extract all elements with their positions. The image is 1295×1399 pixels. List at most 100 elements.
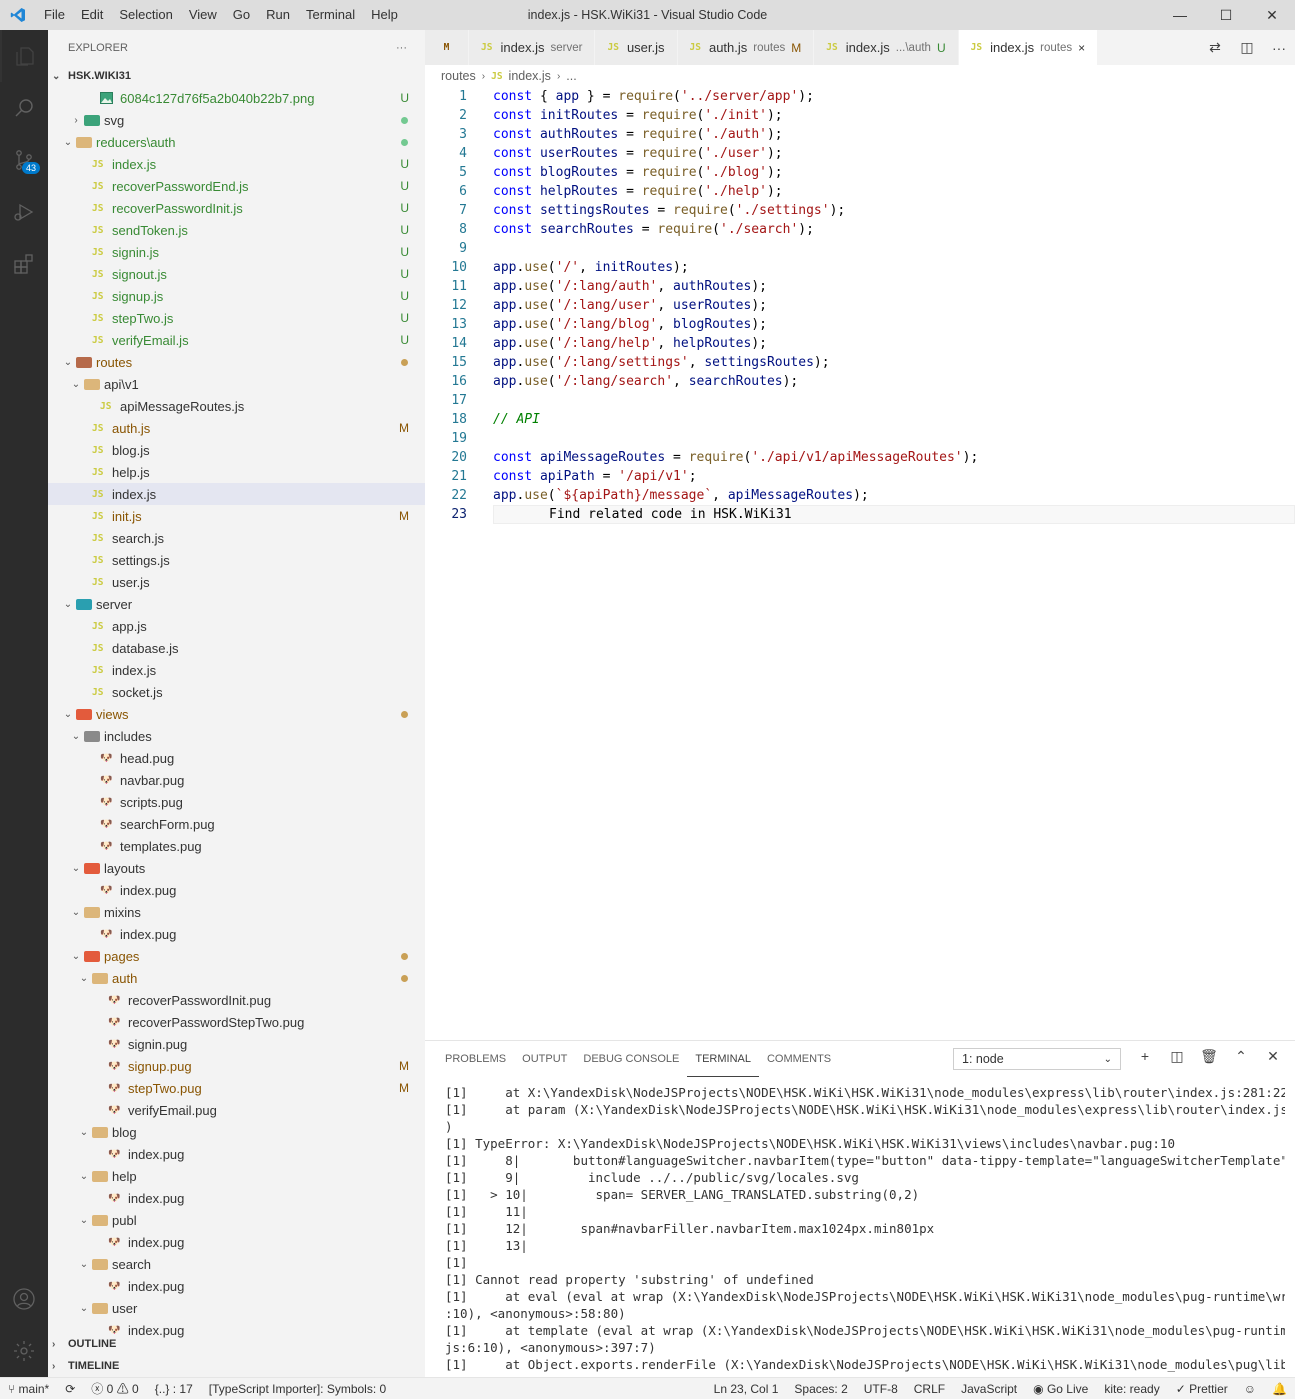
code-line[interactable]: 22 app.use(`${apiPath}/message`, apiMessa… — [425, 486, 1295, 505]
split-terminal-icon[interactable]: ◫ — [1161, 1048, 1193, 1065]
tree-item[interactable]: ⌄ layouts — [48, 857, 425, 879]
menu-item-go[interactable]: Go — [225, 0, 258, 30]
menu-item-selection[interactable]: Selection — [111, 0, 180, 30]
terminal-select[interactable]: 1: node ⌄ — [953, 1048, 1121, 1070]
tree-item[interactable]: JS search.js — [48, 527, 425, 549]
breadcrumb-folder[interactable]: routes — [441, 69, 476, 83]
tree-item[interactable]: JS auth.js M — [48, 417, 425, 439]
panel-tab-output[interactable]: OUTPUT — [514, 1041, 575, 1077]
tree-item[interactable]: ⌄ user — [48, 1297, 425, 1319]
tree-item[interactable]: JS signup.js U — [48, 285, 425, 307]
editor-tab[interactable]: JS index.js server — [469, 30, 596, 65]
terminal-output[interactable]: [1] at X:\YandexDisk\NodeJSProjects\NODE… — [445, 1085, 1285, 1374]
tree-item[interactable]: JS init.js M — [48, 505, 425, 527]
close-tab-icon[interactable]: × — [1078, 41, 1085, 55]
tree-item[interactable]: JS verifyEmail.js U — [48, 329, 425, 351]
open-changes-icon[interactable]: ⇄ — [1199, 39, 1231, 56]
tree-item[interactable]: 6084c127d76f5a2b040b22b7.png U — [48, 87, 425, 109]
tree-item[interactable]: 🐶 verifyEmail.pug — [48, 1099, 425, 1121]
code-line[interactable]: 2 const initRoutes = require('./init'); — [425, 106, 1295, 125]
tree-item[interactable]: 🐶 searchForm.pug — [48, 813, 425, 835]
editor-tab[interactable]: M — [425, 30, 469, 65]
outline-section[interactable]: › OUTLINE — [48, 1333, 425, 1355]
code-line[interactable]: 10 app.use('/', initRoutes); — [425, 258, 1295, 277]
indentation[interactable]: Spaces: 2 — [786, 1382, 855, 1396]
code-line[interactable]: 17 — [425, 391, 1295, 410]
code-line[interactable]: 23 Find related code in HSK.WiKi31 — [425, 505, 1295, 524]
tree-item[interactable]: 🐶 index.pug — [48, 1231, 425, 1253]
editor-tab[interactable]: JS index.js ...\auth U — [814, 30, 959, 65]
tree-item[interactable]: ⌄ auth — [48, 967, 425, 989]
tree-item[interactable]: JS signin.js U — [48, 241, 425, 263]
menu-item-file[interactable]: File — [36, 0, 73, 30]
code-line[interactable]: 11 app.use('/:lang/auth', authRoutes); — [425, 277, 1295, 296]
more-actions-icon[interactable]: ··· — [1263, 40, 1295, 56]
maximize-button[interactable]: ☐ — [1203, 0, 1249, 30]
editor-tab[interactable]: JS index.js routes × — [958, 30, 1099, 65]
branch-indicator[interactable]: ⑂ main* — [0, 1382, 57, 1396]
tree-item[interactable]: 🐶 stepTwo.pug M — [48, 1077, 425, 1099]
tree-item[interactable]: JS settings.js — [48, 549, 425, 571]
tree-item[interactable]: ⌄ help — [48, 1165, 425, 1187]
tree-item[interactable]: ⌄ routes — [48, 351, 425, 373]
explorer-icon[interactable] — [0, 30, 48, 82]
menu-item-edit[interactable]: Edit — [73, 0, 111, 30]
settings-gear-icon[interactable] — [0, 1325, 48, 1377]
language-mode[interactable]: JavaScript — [953, 1382, 1025, 1396]
tree-item[interactable]: 🐶 signup.pug M — [48, 1055, 425, 1077]
tree-item[interactable]: 🐶 navbar.pug — [48, 769, 425, 791]
cursor-position[interactable]: Ln 23, Col 1 — [706, 1382, 787, 1396]
tree-item[interactable]: 🐶 index.pug — [48, 1187, 425, 1209]
kite-status[interactable]: kite: ready — [1096, 1382, 1167, 1396]
sync-icon[interactable]: ⟳ — [57, 1382, 83, 1396]
code-line[interactable]: 16 app.use('/:lang/search', searchRoutes)… — [425, 372, 1295, 391]
tree-item[interactable]: › svg — [48, 109, 425, 131]
encoding[interactable]: UTF-8 — [856, 1382, 906, 1396]
panel-tab-terminal[interactable]: TERMINAL — [687, 1041, 759, 1077]
ts-importer-indicator[interactable]: [TypeScript Importer]: Symbols: 0 — [201, 1382, 394, 1396]
code-line[interactable]: 13 app.use('/:lang/blog', blogRoutes); — [425, 315, 1295, 334]
panel-tab-debug-console[interactable]: DEBUG CONSOLE — [575, 1041, 687, 1077]
tree-item[interactable]: JS recoverPasswordEnd.js U — [48, 175, 425, 197]
tree-item[interactable]: ⌄ reducers\auth — [48, 131, 425, 153]
editor-tab[interactable]: JS user.js — [595, 30, 678, 65]
run-debug-icon[interactable] — [0, 186, 48, 238]
panel-tab-problems[interactable]: PROBLEMS — [437, 1041, 514, 1077]
menu-item-help[interactable]: Help — [363, 0, 406, 30]
tree-item[interactable]: ⌄ includes — [48, 725, 425, 747]
new-terminal-icon[interactable]: + — [1129, 1048, 1161, 1065]
chevron-up-icon[interactable]: ⌃ — [1225, 1048, 1257, 1065]
menu-item-run[interactable]: Run — [258, 0, 298, 30]
source-control-icon[interactable]: 43 — [0, 134, 48, 186]
tree-item[interactable]: 🐶 recoverPasswordStepTwo.pug — [48, 1011, 425, 1033]
tree-item[interactable]: JS app.js — [48, 615, 425, 637]
tree-item[interactable]: JS signout.js U — [48, 263, 425, 285]
code-line[interactable]: 4 const userRoutes = require('./user'); — [425, 144, 1295, 163]
search-icon[interactable] — [0, 82, 48, 134]
tree-item[interactable]: ⌄ pages — [48, 945, 425, 967]
tree-item[interactable]: JS help.js — [48, 461, 425, 483]
extensions-icon[interactable] — [0, 238, 48, 290]
code-line[interactable]: 1 const { app } = require('../server/app'… — [425, 87, 1295, 106]
panel-tab-comments[interactable]: COMMENTS — [759, 1041, 839, 1077]
tree-item[interactable]: ⌄ mixins — [48, 901, 425, 923]
code-editor[interactable]: 1 const { app } = require('../server/app'… — [425, 87, 1295, 1037]
more-actions-button[interactable]: ··· — [396, 42, 407, 54]
code-line[interactable]: 8 const searchRoutes = require('./search'… — [425, 220, 1295, 239]
feedback-icon[interactable]: ☺ — [1236, 1382, 1264, 1396]
bell-icon[interactable]: 🔔 — [1264, 1382, 1295, 1396]
tree-item[interactable]: 🐶 index.pug — [48, 1143, 425, 1165]
tree-item[interactable]: 🐶 signin.pug — [48, 1033, 425, 1055]
tree-item[interactable]: JS stepTwo.js U — [48, 307, 425, 329]
tree-item[interactable]: JS index.js — [48, 659, 425, 681]
code-line[interactable]: 5 const blogRoutes = require('./blog'); — [425, 163, 1295, 182]
timeline-section[interactable]: › TIMELINE — [48, 1355, 425, 1377]
tree-item[interactable]: JS apiMessageRoutes.js — [48, 395, 425, 417]
tree-item[interactable]: JS index.js U — [48, 153, 425, 175]
code-line[interactable]: 20 const apiMessageRoutes = require('./ap… — [425, 448, 1295, 467]
code-line[interactable]: 3 const authRoutes = require('./auth'); — [425, 125, 1295, 144]
code-line[interactable]: 12 app.use('/:lang/user', userRoutes); — [425, 296, 1295, 315]
tree-item[interactable]: JS user.js — [48, 571, 425, 593]
editor-tab[interactable]: JS auth.js routes M — [677, 30, 815, 65]
code-line[interactable]: 21 const apiPath = '/api/v1'; — [425, 467, 1295, 486]
